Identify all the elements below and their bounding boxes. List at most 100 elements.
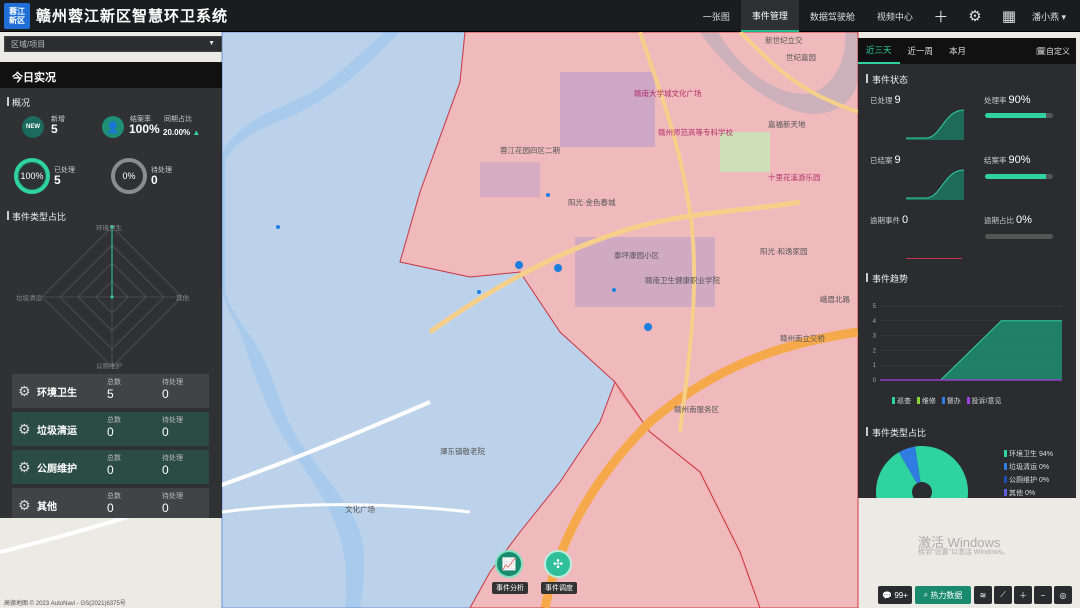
map-poi[interactable]: 赣南大学城文化广场 — [634, 88, 702, 99]
map-poi[interactable]: 阳光·和逸家园 — [760, 246, 808, 257]
message-button[interactable]: 💬 99+ — [878, 586, 912, 604]
map-poi[interactable]: 泰坪康园小区 — [614, 250, 659, 261]
trend-section-title: 事件趋势 — [858, 272, 908, 285]
heat-data-label: 热力数据 — [930, 590, 963, 600]
close-rate-value: 100% — [129, 122, 160, 136]
category-pending: 0 — [162, 501, 169, 515]
new-badge-icon: NEW — [22, 116, 44, 138]
close-rate-stat: 结案率 90% — [984, 154, 1031, 166]
map-poi[interactable]: 阳光·金色春城 — [568, 197, 616, 208]
chevron-down-icon: ▼ — [208, 40, 215, 47]
map-poi[interactable]: 赣州南立交桥 — [780, 333, 825, 344]
yoy-value: 20.00% ▲ — [163, 128, 200, 137]
region-select[interactable]: 区域/项目 ▼ — [4, 36, 222, 52]
tab-overview-map[interactable]: 一张图 — [692, 0, 741, 32]
category-row-environment[interactable]: ⚙ 环境卫生 总数 5 待处理 0 — [12, 374, 209, 408]
locate-icon: ◎ — [1059, 590, 1067, 600]
ruler-icon: ⟋ — [1000, 590, 1006, 599]
pending-ring-value: 0% — [122, 171, 136, 181]
legend-item: 公厕维护 0% — [1004, 474, 1053, 487]
category-total: 0 — [107, 425, 114, 439]
pending-ring-count: 0 — [151, 173, 158, 187]
tab-this-month[interactable]: 本月 — [941, 38, 974, 64]
overdue-rate-value: 0% — [1016, 214, 1032, 226]
closed-label: 已结案 — [870, 156, 893, 165]
category-total-label: 总数 — [107, 417, 121, 424]
close-rate-value: 90% — [1008, 154, 1031, 166]
legend-swatch — [1004, 463, 1007, 470]
category-total: 0 — [107, 501, 114, 515]
type-legend: 环境卫生 94% 垃圾清运 0% 公厕维护 0% 其他 0% — [1004, 448, 1053, 498]
new-value: 5 — [51, 122, 58, 136]
search-icon: ⌕ — [923, 590, 929, 599]
process-rate-label: 处理率 — [984, 96, 1007, 105]
map-copyright: 高德地图 © 2023 AutoNavi - GS(2021)6375号 — [4, 601, 126, 607]
map-poi[interactable]: 世纪嘉园 — [786, 52, 816, 63]
layers-icon: ≋ — [979, 590, 987, 600]
radar-axis-label: 垃圾清运 — [16, 295, 42, 302]
grid-icon[interactable]: ▦ — [992, 0, 1026, 32]
tab-video-center[interactable]: 视频中心 — [866, 0, 924, 32]
user-menu[interactable]: 潘小燕 ▾ — [1026, 10, 1080, 23]
map-poi[interactable]: 赣南卫生健康职业学院 — [645, 275, 720, 286]
processed-value: 9 — [894, 94, 901, 106]
overdue-sparkline — [906, 258, 962, 259]
map-poi[interactable]: 嘉福新天地 — [768, 119, 806, 130]
locate-button[interactable]: ◎ — [1054, 586, 1072, 604]
map-poi[interactable]: 十里花溪游乐园 — [768, 172, 821, 183]
ruler-button[interactable]: ⟋ — [994, 586, 1012, 604]
tab-last-week[interactable]: 近一周 — [900, 38, 942, 64]
processed-sparkline — [906, 109, 965, 140]
legend-label: 公厕维护 0% — [1009, 477, 1050, 484]
category-row-garbage[interactable]: ⚙ 垃圾清运 总数 0 待处理 0 — [12, 412, 209, 446]
overview-section-title: 概况 — [0, 88, 222, 109]
close-rate-bar — [985, 174, 1053, 179]
zoom-out-button[interactable]: − — [1034, 586, 1052, 604]
process-rate-stat: 处理率 90% — [984, 94, 1031, 106]
y-tick-label: 4 — [873, 319, 877, 325]
legend-item: 垃圾清运 0% — [1004, 461, 1053, 474]
zoom-in-button[interactable]: ＋ — [1014, 586, 1032, 604]
legend-swatch — [916, 397, 920, 404]
user-check-icon: 👤 — [102, 116, 124, 138]
custom-range-button[interactable]: 🗓自定义 — [1036, 46, 1076, 57]
map-poi[interactable]: 蓉江花园四区二期 — [500, 145, 560, 156]
plus-icon[interactable]: ＋ — [924, 0, 958, 32]
map-poi[interactable]: 文化广场 — [345, 504, 375, 515]
event-analysis-button[interactable]: 📈 — [495, 550, 523, 578]
legend-swatch — [941, 397, 945, 404]
map-poi[interactable]: 潭东镇敬老院 — [440, 446, 485, 457]
gear-icon[interactable]: ⚙ — [958, 0, 992, 32]
category-pending: 0 — [162, 463, 169, 477]
event-dispatch-button[interactable]: ✣ — [544, 550, 572, 578]
legend-swatch — [966, 397, 970, 404]
category-name: 环境卫生 — [37, 388, 77, 399]
category-row-other[interactable]: ⚙ 其他 总数 0 待处理 0 — [12, 488, 209, 518]
gear-icon: ⚙ — [18, 383, 31, 399]
category-pending-label: 待处理 — [162, 417, 183, 424]
category-pending-label: 待处理 — [162, 379, 183, 386]
category-pending: 0 — [162, 387, 169, 401]
tab-last-3-days[interactable]: 近三天 — [858, 38, 900, 64]
map-poi[interactable]: 赣州南服务区 — [674, 404, 719, 415]
layers-button[interactable]: ≋ — [974, 586, 992, 604]
today-panel: 今日实况 概况 NEW 新增 5 👤 结案率 100% 同期占比 20.00% … — [0, 62, 222, 518]
map-poi[interactable]: 新世纪立交 — [765, 35, 803, 46]
heat-data-button[interactable]: ⌕ 热力数据 — [915, 586, 971, 604]
category-row-toilet[interactable]: ⚙ 公厕维护 总数 0 待处理 0 — [12, 450, 209, 484]
gear-icon: ⚙ — [18, 459, 31, 475]
tab-data-cockpit[interactable]: 数据驾驶舱 — [799, 0, 866, 32]
legend-label: 其他 0% — [1009, 490, 1036, 497]
overdue-value: 0 — [902, 214, 909, 226]
yoy-value-text: 20.00% — [163, 128, 191, 137]
map-poi[interactable]: 峨眉北路 — [820, 294, 850, 305]
overdue-rate-stat: 逾期占比 0% — [984, 214, 1032, 226]
y-tick-label: 2 — [873, 348, 877, 354]
process-rate-bar — [985, 113, 1053, 118]
tab-event-management[interactable]: 事件管理 — [740, 0, 799, 32]
category-pending: 0 — [162, 425, 169, 439]
event-type-pie — [876, 446, 968, 498]
minus-icon: − — [1040, 590, 1046, 600]
category-pending-label: 待处理 — [162, 455, 183, 462]
map-poi[interactable]: 赣州师范高等专科学校 — [658, 127, 733, 138]
